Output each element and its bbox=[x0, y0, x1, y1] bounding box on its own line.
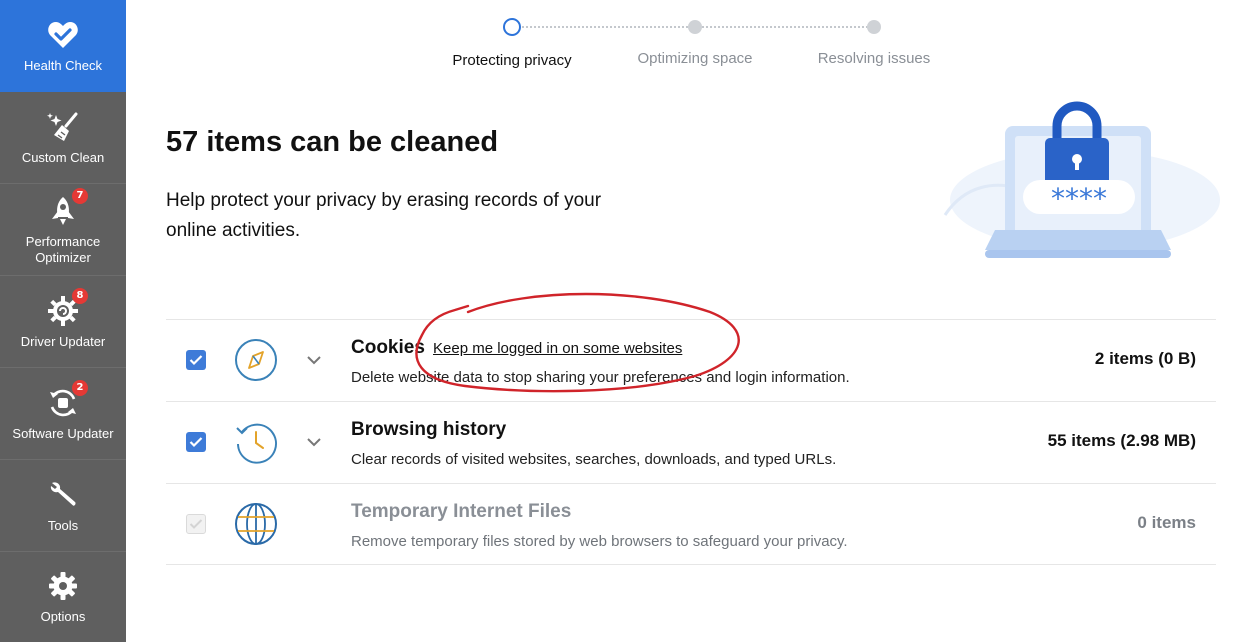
notification-badge: 8 bbox=[72, 287, 88, 304]
sidebar-item-label: Software Updater bbox=[12, 425, 114, 441]
step-indicator-pending bbox=[867, 20, 881, 34]
sidebar-item-health-check[interactable]: Health Check bbox=[0, 0, 126, 92]
cookies-checkbox[interactable] bbox=[186, 350, 206, 370]
wrench-icon bbox=[46, 478, 80, 512]
notification-badge: 2 bbox=[72, 379, 88, 396]
gear-icon bbox=[46, 569, 80, 603]
list-item-cookies: Cookies Keep me logged in on some websit… bbox=[166, 319, 1216, 401]
step-indicator-pending bbox=[688, 20, 702, 34]
sidebar-item-label: Custom Clean bbox=[21, 149, 105, 165]
privacy-items-list: Cookies Keep me logged in on some websit… bbox=[166, 319, 1216, 565]
chevron-down-icon[interactable] bbox=[304, 432, 324, 452]
list-item-browsing-history: Browsing history Clear records of visite… bbox=[166, 401, 1216, 483]
page-title: 57 items can be cleaned bbox=[166, 126, 499, 158]
item-description: Clear records of visited websites, searc… bbox=[351, 451, 837, 468]
sidebar-item-label: Performance Optimizer bbox=[25, 233, 101, 265]
refresh-box-icon: 2 bbox=[46, 379, 88, 420]
sidebar-item-label: Options bbox=[40, 609, 86, 624]
step-indicator-current bbox=[503, 18, 521, 36]
sidebar-item-label: Tools bbox=[47, 517, 79, 533]
step-protecting-privacy: Protecting privacy bbox=[432, 16, 592, 69]
notification-badge: 7 bbox=[72, 187, 88, 204]
rocket-icon: 7 bbox=[46, 187, 88, 228]
sidebar-item-performance-optimizer[interactable]: 7 Performance Optimizer bbox=[0, 184, 126, 276]
chevron-down-icon[interactable] bbox=[304, 350, 324, 370]
step-label: Resolving issues bbox=[817, 50, 931, 67]
heart-check-icon bbox=[46, 18, 80, 52]
globe-icon bbox=[234, 502, 278, 546]
item-description: Remove temporary files stored by web bro… bbox=[351, 533, 848, 550]
gear-chip-icon: 8 bbox=[46, 287, 88, 328]
list-item-temporary-internet-files: Temporary Internet Files Remove temporar… bbox=[166, 483, 1216, 565]
sidebar-item-driver-updater[interactable]: 8 Driver Updater bbox=[0, 276, 126, 368]
progress-stepper: Protecting privacy Optimizing space Reso… bbox=[440, 16, 960, 76]
broom-sparkle-icon bbox=[46, 110, 80, 144]
page-subtitle: Help protect your privacy by erasing rec… bbox=[166, 190, 602, 241]
step-resolving-issues: Resolving issues bbox=[794, 16, 954, 67]
step-label: Optimizing space bbox=[637, 50, 753, 67]
sidebar-item-software-updater[interactable]: 2 Software Updater bbox=[0, 368, 126, 460]
sidebar-item-options[interactable]: Options bbox=[0, 552, 126, 642]
step-label: Protecting privacy bbox=[452, 52, 572, 69]
keep-logged-in-link[interactable]: Keep me logged in on some websites bbox=[433, 340, 682, 357]
password-mask-text: **** bbox=[1051, 182, 1107, 215]
step-optimizing-space: Optimizing space bbox=[615, 16, 775, 67]
browsing-history-checkbox[interactable] bbox=[186, 432, 206, 452]
temporary-files-checkbox[interactable] bbox=[186, 514, 206, 534]
laptop-lock-illustration: **** bbox=[935, 100, 1220, 265]
item-title: Temporary Internet Files bbox=[351, 501, 572, 522]
sidebar: Health Check Custom Clean 7 Performance … bbox=[0, 0, 126, 642]
history-clock-icon bbox=[234, 420, 278, 464]
compass-icon bbox=[234, 338, 278, 382]
sidebar-item-tools[interactable]: Tools bbox=[0, 460, 126, 552]
item-count: 55 items (2.98 MB) bbox=[1047, 431, 1196, 450]
sidebar-item-label: Health Check bbox=[23, 58, 103, 73]
item-title: Browsing history bbox=[351, 419, 507, 440]
item-count: 2 items (0 B) bbox=[1094, 349, 1196, 368]
item-description: Delete website data to stop sharing your… bbox=[351, 369, 850, 386]
sidebar-item-custom-clean[interactable]: Custom Clean bbox=[0, 92, 126, 184]
item-title: Cookies bbox=[351, 337, 425, 358]
sidebar-item-label: Driver Updater bbox=[20, 333, 106, 349]
item-count: 0 items bbox=[1137, 513, 1196, 532]
